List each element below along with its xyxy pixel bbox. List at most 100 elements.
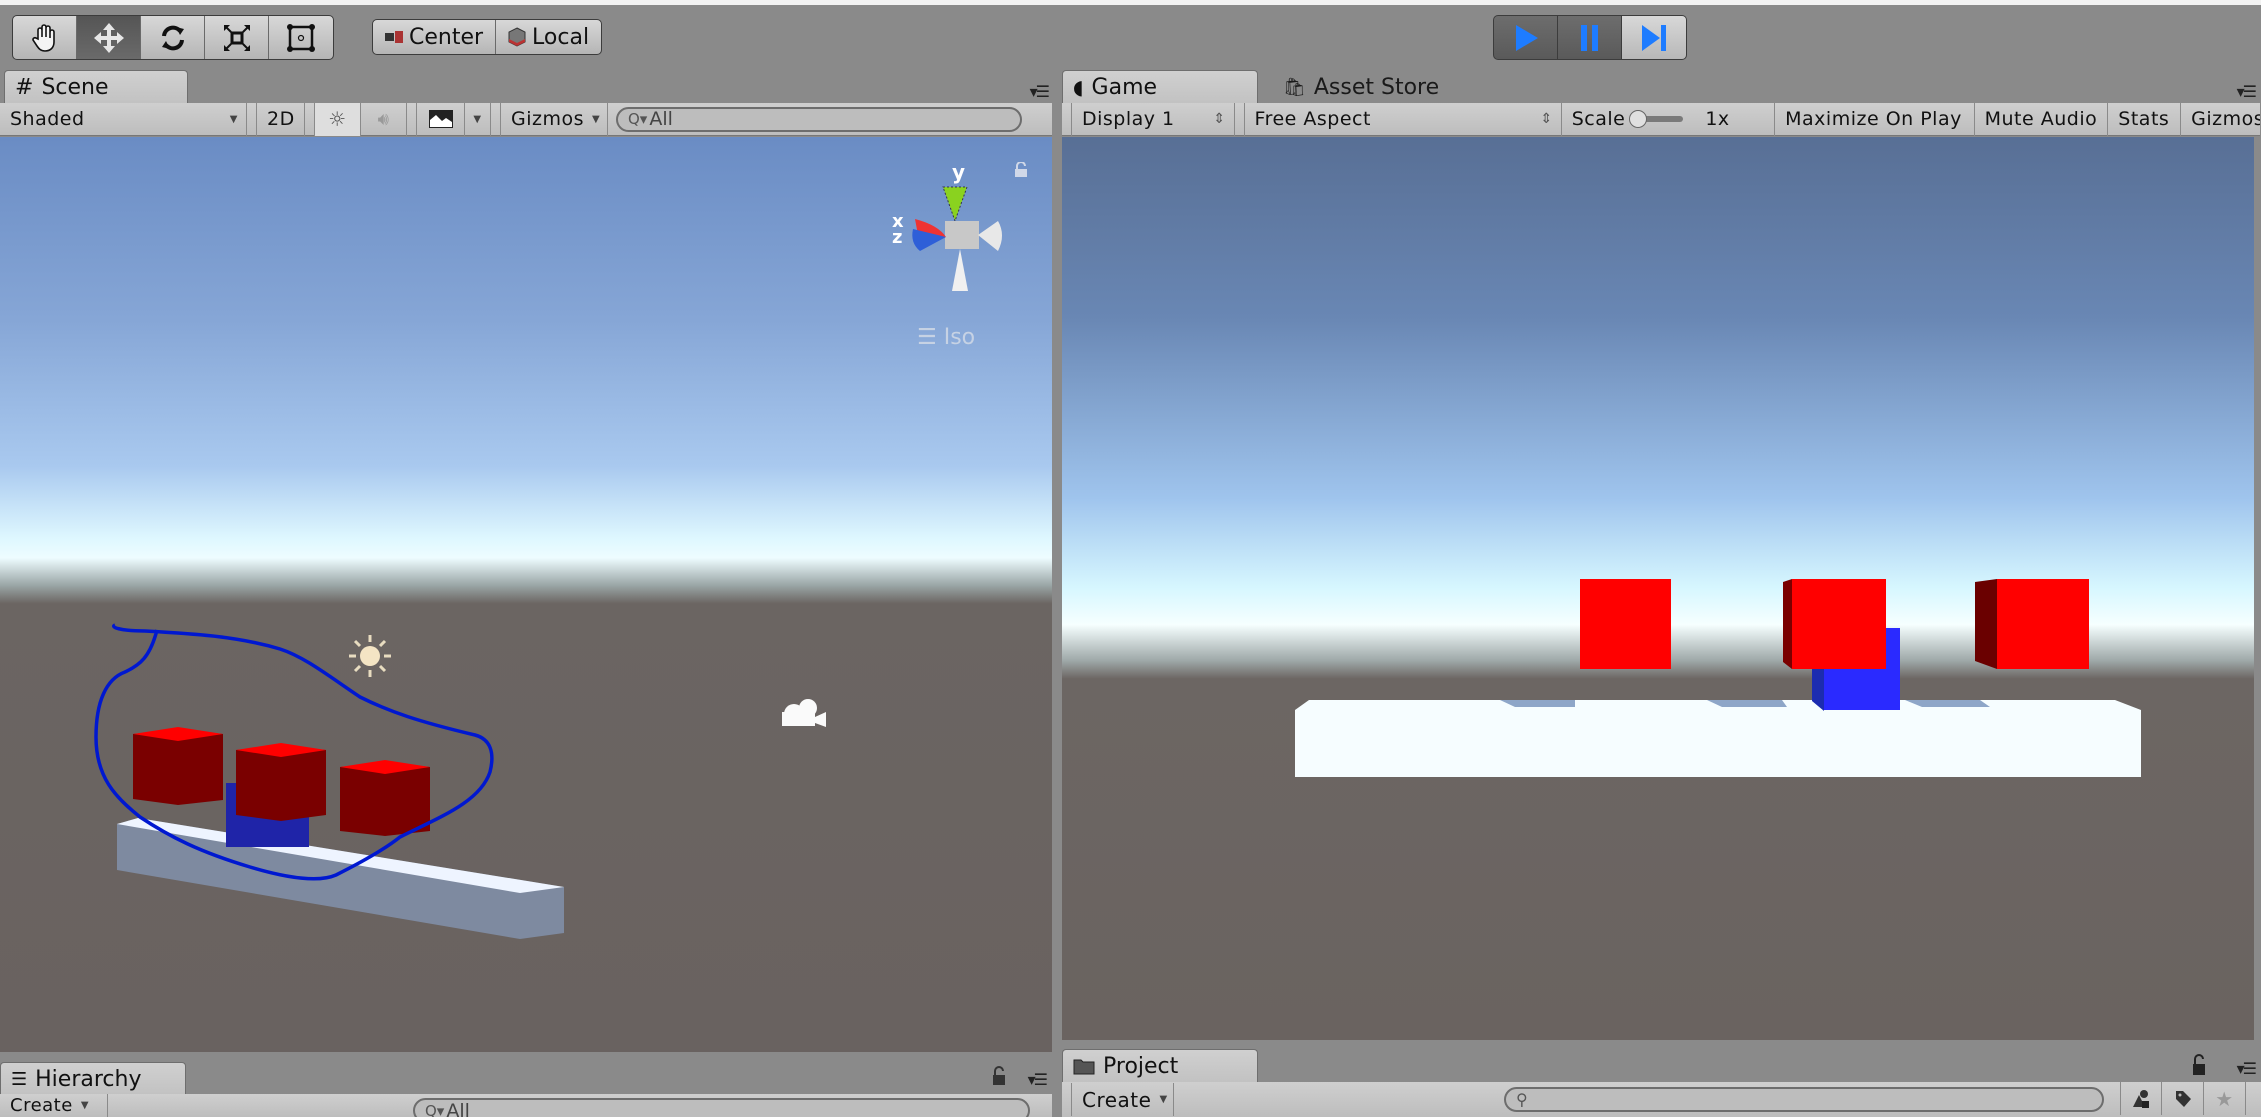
main-toolbar xyxy=(0,5,2261,67)
project-create-dropdown[interactable]: Create ▼ xyxy=(1072,1083,1174,1116)
maximize-on-play-toggle[interactable]: Maximize On Play xyxy=(1775,102,1975,136)
pivot-local-button[interactable]: Local xyxy=(496,20,601,54)
display-label: Display 1 xyxy=(1081,108,1175,130)
search-icon: ⚲ xyxy=(1516,1090,1528,1109)
toolbar-spacer xyxy=(407,102,417,136)
game-toolbar: Display 1 ⇕ Free Aspect ⇕ Scale 1x Maxim… xyxy=(1062,102,2261,136)
play-controls xyxy=(1493,15,1687,60)
scene-viewport[interactable]: y x z ☰ Iso xyxy=(0,137,1052,1052)
pause-icon xyxy=(1580,24,1598,51)
scale-slider[interactable]: Scale 1x xyxy=(1562,102,1776,136)
filter-by-type-button[interactable] xyxy=(2120,1082,2162,1115)
project-search-input[interactable]: ⚲ xyxy=(1504,1087,2104,1112)
directional-light-icon[interactable] xyxy=(349,635,391,677)
shopping-bag-icon: 🛍︎ xyxy=(1283,76,1306,98)
hand-icon xyxy=(31,23,55,52)
scene-search-input[interactable]: Q▾ All xyxy=(616,106,1022,132)
tab-scene-label: Scene xyxy=(41,74,109,100)
toolbar-spacer xyxy=(491,102,501,136)
tab-game[interactable]: ◖ Game xyxy=(1062,70,1258,103)
scene-search-placeholder: All xyxy=(649,108,673,130)
panel-divider[interactable] xyxy=(1052,67,1062,1117)
game-platform[interactable] xyxy=(1295,700,2141,777)
effects-toggle[interactable] xyxy=(417,102,465,136)
hierarchy-search-wrap: Q▾ All xyxy=(413,1098,1030,1117)
move-arrows-icon xyxy=(93,22,124,53)
step-button[interactable] xyxy=(1622,16,1686,59)
mute-audio-toggle[interactable]: Mute Audio xyxy=(1975,102,2109,136)
display-dropdown[interactable]: Display 1 ⇕ xyxy=(1072,102,1235,136)
game-red-cube-2-side xyxy=(1783,579,1792,669)
game-red-cube-2[interactable] xyxy=(1792,579,1886,669)
scale-slider-track[interactable] xyxy=(1629,110,1684,128)
local-space-icon xyxy=(508,27,526,47)
tab-scene[interactable]: # Scene xyxy=(4,70,188,103)
scale-slider-thumb[interactable] xyxy=(1629,110,1648,128)
sun-icon: ☼ xyxy=(328,107,347,131)
project-toolbar: Create ▼ ⚲ ★ xyxy=(1062,1082,2261,1117)
chevron-down-icon: ▼ xyxy=(229,113,238,125)
project-lock-icon[interactable] xyxy=(2192,1054,2206,1076)
scene-gizmos-dropdown[interactable]: Gizmos ▼ xyxy=(501,102,608,136)
scale-value: 1x xyxy=(1705,108,1730,130)
pivot-center-button[interactable]: Center xyxy=(373,20,497,54)
tab-hierarchy[interactable]: ☰ Hierarchy xyxy=(0,1062,186,1095)
project-filter-buttons: ★ xyxy=(2120,1082,2246,1117)
rect-tool-button[interactable] xyxy=(269,16,333,59)
rotate-icon xyxy=(161,25,184,50)
mute-audio-label: Mute Audio xyxy=(1984,108,2098,130)
toolbar-spacer xyxy=(247,102,257,136)
speaker-icon: 🔊︎ xyxy=(377,108,390,130)
play-button[interactable] xyxy=(1494,16,1558,59)
hierarchy-lock-icon[interactable] xyxy=(992,1066,1006,1086)
scene-panel-menu-icon[interactable]: ▾☰ xyxy=(1030,82,1050,101)
stats-toggle[interactable]: Stats xyxy=(2108,102,2182,136)
game-objects xyxy=(1295,579,2141,777)
play-icon xyxy=(1515,24,1538,51)
chevron-down-icon: ▼ xyxy=(80,1100,90,1111)
game-red-cube-1[interactable] xyxy=(1580,579,1671,669)
hierarchy-search-input[interactable]: Q▾ All xyxy=(413,1098,1030,1117)
scale-tool-button[interactable] xyxy=(205,16,269,59)
2d-toggle[interactable]: 2D xyxy=(257,102,305,136)
shading-mode-dropdown[interactable]: Shaded ▼ xyxy=(0,102,247,136)
star-icon: ★ xyxy=(2215,1086,2234,1111)
audio-toggle[interactable]: 🔊︎ xyxy=(361,102,407,136)
pivot-center-label: Center xyxy=(409,24,484,50)
camera-icon[interactable] xyxy=(782,699,826,727)
project-panel-menu-icon[interactable]: ▾☰ xyxy=(2237,1059,2257,1078)
lighting-toggle[interactable]: ☼ xyxy=(315,102,361,136)
list-icon: ☰ xyxy=(11,1068,28,1090)
project-create-label: Create xyxy=(1082,1087,1152,1112)
favorites-button[interactable]: ★ xyxy=(2204,1082,2246,1115)
hierarchy-create-dropdown[interactable]: Create ▼ xyxy=(0,1094,108,1117)
hierarchy-panel-menu-icon[interactable]: ▾☰ xyxy=(1028,1070,1048,1089)
pacman-game-icon: ◖ xyxy=(1073,75,1084,99)
game-red-cube-3[interactable] xyxy=(1997,579,2089,669)
toolbar-spacer xyxy=(1062,1083,1072,1116)
hand-tool-button[interactable] xyxy=(13,16,77,59)
image-effects-icon xyxy=(428,110,453,128)
maximize-on-play-label: Maximize On Play xyxy=(1785,108,1962,130)
shading-mode-label: Shaded xyxy=(10,108,85,130)
tag-icon xyxy=(2175,1090,2191,1107)
tab-asset-store[interactable]: 🛍︎ Asset Store xyxy=(1272,70,1462,103)
chevron-down-icon: ▼ xyxy=(473,113,482,125)
hierarchy-tab-strip: ☰ Hierarchy ▾☰ xyxy=(0,1062,1052,1095)
scene-search-wrap: Q▾ All xyxy=(608,106,1022,132)
move-tool-button[interactable] xyxy=(77,16,141,59)
rotate-tool-button[interactable] xyxy=(141,16,205,59)
game-gizmos-dropdown[interactable]: Gizmos xyxy=(2181,102,2261,136)
tab-project-label: Project xyxy=(1103,1053,1179,1079)
filter-by-label-button[interactable] xyxy=(2162,1082,2204,1115)
pause-button[interactable] xyxy=(1558,16,1622,59)
rect-transform-icon xyxy=(287,23,315,52)
tab-game-label: Game xyxy=(1091,74,1158,100)
scale-icon xyxy=(223,24,250,51)
effects-dropdown[interactable]: ▼ xyxy=(465,102,491,136)
scene-toolbar: Shaded ▼ 2D ☼ 🔊︎ ▼ Gizmos ▼ Q▾ All xyxy=(0,102,1052,136)
game-panel-menu-icon[interactable]: ▾☰ xyxy=(2237,82,2257,101)
aspect-dropdown[interactable]: Free Aspect ⇕ xyxy=(1245,102,1562,136)
game-viewport[interactable] xyxy=(1062,137,2254,1040)
tab-project[interactable]: Project xyxy=(1062,1049,1258,1082)
